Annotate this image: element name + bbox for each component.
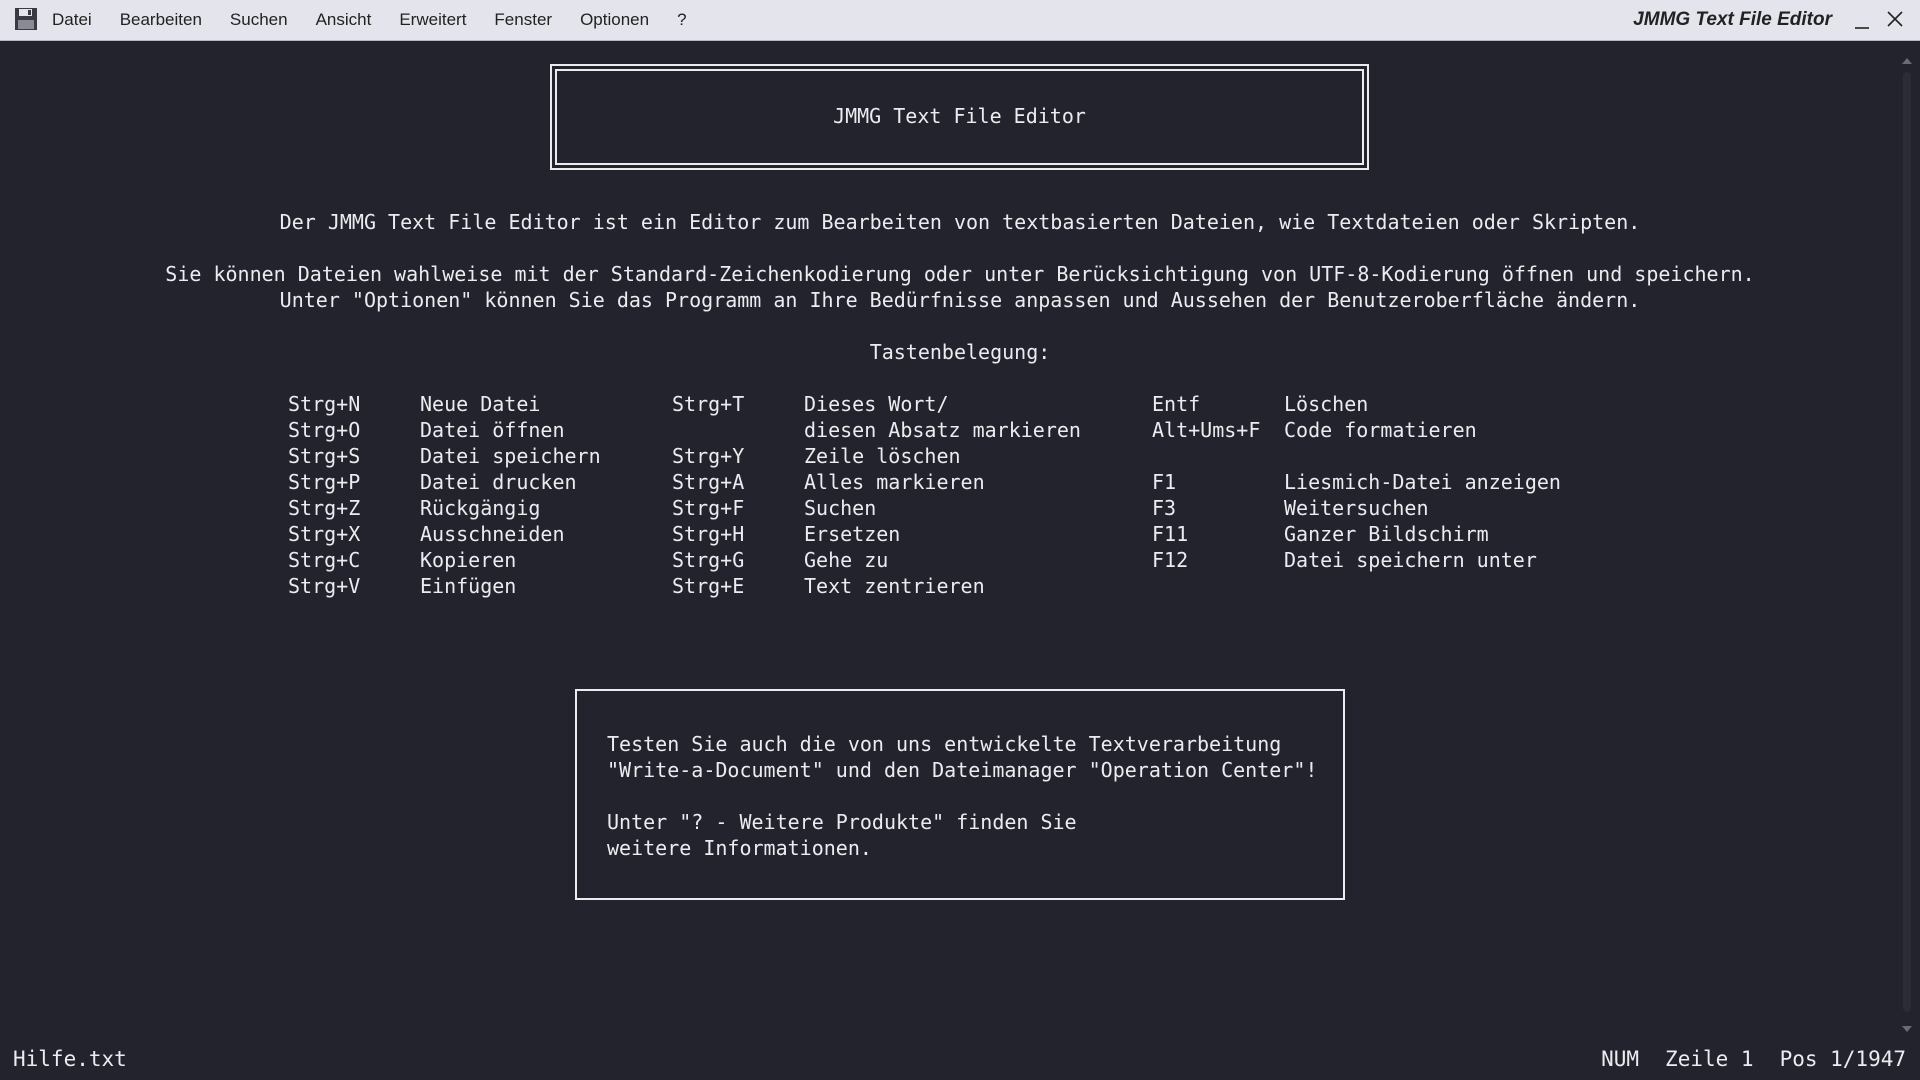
shortcut-key: Strg+F [672,496,745,520]
intro-text: Der JMMG Text File Editor ist ein Editor… [279,210,1641,234]
menu-datei[interactable]: Datei [52,10,92,30]
menu-ansicht[interactable]: Ansicht [316,10,372,30]
shortcut-key: Strg+S [288,444,361,468]
shortcut-key: Strg+V [288,574,361,598]
shortcut-key: Strg+C [288,548,361,572]
title-box-text: JMMG Text File Editor [833,104,1086,128]
scroll-up-arrow-icon[interactable] [1901,56,1913,66]
shortcut-key: Strg+P [288,470,361,494]
shortcut-action: Löschen [1284,392,1369,416]
shortcut-action: Text zentrieren [804,574,985,598]
shortcut-key: Entf [1152,392,1201,416]
shortcuts-heading: Tastenbelegung: [869,340,1051,364]
shortcut-key: Strg+X [288,522,361,546]
shortcut-key: F12 [1152,548,1189,572]
shortcut-action: Code formatieren [1284,418,1477,442]
shortcut-key: Alt+Ums+F [1152,418,1261,442]
menu-erweitert[interactable]: Erweitert [399,10,466,30]
note-line: "Write-a-Document" und den Dateimanager … [607,758,1318,782]
menu-optionen[interactable]: Optionen [580,10,649,30]
status-bar: Hilfe.txt NUM Zeile 1 Pos 1/1947 [0,1042,1920,1080]
shortcut-action: Alles markieren [804,470,985,494]
shortcut-key: F11 [1152,522,1189,546]
shortcut-action: Ganzer Bildschirm [1284,522,1489,546]
scrollbar-thumb[interactable] [1903,72,1911,1012]
vertical-scrollbar[interactable] [1894,52,1920,1038]
shortcut-action: Rückgängig [420,496,541,520]
note-line: Unter "? - Weitere Produkte" finden Sie [607,810,1077,834]
note-line: Testen Sie auch die von uns entwickelte … [607,732,1282,756]
shortcut-action: Suchen [804,496,877,520]
shortcut-key: Strg+Z [288,496,361,520]
shortcut-action: Ersetzen [804,522,901,546]
shortcut-action: Dieses Wort/ [804,392,949,416]
shortcut-action: Weitersuchen [1284,496,1429,520]
menu-bearbeiten[interactable]: Bearbeiten [120,10,202,30]
shortcut-key: Strg+G [672,548,745,572]
floppy-disk-icon[interactable] [14,7,38,31]
shortcut-key: Strg+O [288,418,361,442]
shortcut-action: Datei drucken [420,470,577,494]
shortcut-action: Kopieren [420,548,517,572]
shortcut-key: Strg+E [672,574,745,598]
app-title: JMMG Text File Editor [1633,9,1832,30]
status-file-name: Hilfe.txt [13,1047,127,1071]
shortcut-key: Strg+Y [672,444,745,468]
encoding-text-line-2: Unter "Optionen" können Sie das Programm… [279,288,1641,312]
scroll-down-arrow-icon[interactable] [1901,1024,1913,1034]
status-line: Zeile 1 [1665,1047,1754,1071]
shortcut-action: Liesmich-Datei anzeigen [1284,470,1561,494]
menu-bar: Datei Bearbeiten Suchen Ansicht Erweiter… [0,0,1920,41]
note-line: weitere Informationen. [607,836,872,860]
shortcut-action: Ausschneiden [420,522,565,546]
shortcut-action: Datei speichern unter [1284,548,1537,572]
editor-text-area[interactable]: JMMG Text File Editor Der JMMG Text File… [0,41,1894,1041]
menu-fenster[interactable]: Fenster [494,10,552,30]
close-icon[interactable] [1884,8,1906,30]
title-box: JMMG Text File Editor [550,64,1369,170]
encoding-text-line-1: Sie können Dateien wahlweise mit der Sta… [165,262,1755,286]
shortcut-key: Strg+A [672,470,745,494]
shortcut-key: Strg+T [672,392,745,416]
shortcut-action: Datei speichern [420,444,601,468]
shortcut-key: Strg+H [672,522,745,546]
minimize-icon[interactable] [1854,12,1870,30]
menu-help[interactable]: ? [677,10,686,30]
note-box: Testen Sie auch die von uns entwickelte … [575,689,1345,900]
shortcut-action: Gehe zu [804,548,889,572]
menu-suchen[interactable]: Suchen [230,10,288,30]
shortcut-key: F3 [1152,496,1177,520]
shortcut-key: Strg+N [288,392,361,416]
status-position: Pos 1/1947 [1779,1047,1906,1071]
shortcut-action: Zeile löschen [804,444,961,468]
status-num-lock: NUM [1601,1047,1640,1071]
status-right-group: NUM Zeile 1 Pos 1/1947 [1601,1047,1906,1071]
menu-items: Datei Bearbeiten Suchen Ansicht Erweiter… [52,0,715,40]
shortcut-key: F1 [1152,470,1177,494]
shortcut-action: diesen Absatz markieren [804,418,1081,442]
shortcut-action: Neue Datei [420,392,541,416]
shortcut-action: Datei öffnen [420,418,565,442]
shortcut-action: Einfügen [420,574,517,598]
